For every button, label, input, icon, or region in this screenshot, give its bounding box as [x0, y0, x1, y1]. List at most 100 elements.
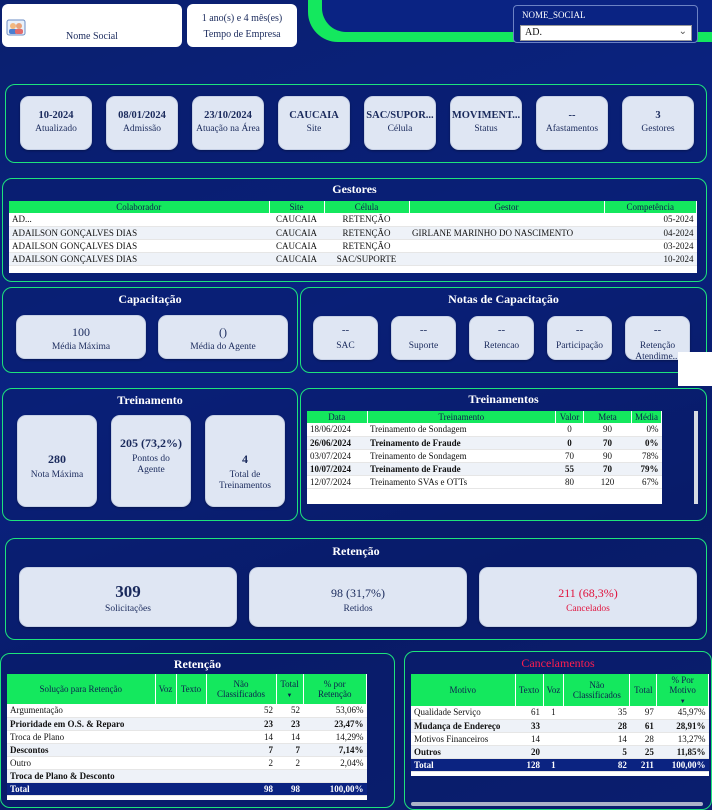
table-row[interactable]: 18/06/2024 Treinamento de Sondagem 0 90 0%	[307, 423, 662, 437]
table-cell: 61	[515, 706, 543, 720]
table-cell	[155, 769, 176, 783]
total-row: Total 128 1 82 211 100,00%	[411, 758, 709, 772]
nota-label: Participação	[556, 341, 603, 351]
table-cell: 1	[543, 706, 564, 720]
table-cell: Treinamento de Sondagem	[367, 423, 556, 437]
info-card-value: MOVIMENT...	[451, 110, 521, 121]
gestores-title: Gestores	[332, 182, 377, 196]
table-cell	[176, 730, 206, 744]
table-cell: RETENÇÃO	[324, 213, 409, 227]
treinamentos-scrollbar[interactable]	[694, 411, 698, 504]
col-voz-c[interactable]: Voz	[543, 674, 565, 706]
table-cell: 12/07/2024	[307, 475, 367, 489]
notas-panel: Notas de Capacitação -- SAC -- Suporte -- Ret…	[300, 287, 707, 373]
col-gestor[interactable]: Gestor	[409, 201, 605, 213]
treinamento-value: 205 (73,2%)	[120, 436, 182, 450]
total-cell: Total	[7, 782, 155, 796]
table-row[interactable]: 12/07/2024 Treinamento SVAs e OTTs 80 120 67…	[307, 475, 662, 489]
table-cell	[409, 252, 604, 266]
col-solucao[interactable]: Solução para Retenção	[7, 674, 156, 704]
filter-dropdown[interactable]: AD. ⌄	[520, 25, 692, 41]
table-row[interactable]: 03/07/2024 Treinamento de Sondagem 70 90 78%	[307, 449, 662, 463]
table-row[interactable]: Outro 2 2 2,04%	[7, 756, 367, 770]
col-site[interactable]: Site	[269, 201, 325, 213]
table-row[interactable]: Argumentação 52 52 53,06%	[7, 704, 367, 718]
table-cell: 28	[629, 732, 657, 746]
col-nao-classificados[interactable]: Não Classificados	[206, 674, 277, 704]
table-cell: SAC/SUPORTE	[324, 252, 409, 266]
table-cell: 55	[555, 462, 584, 476]
table-row[interactable]: Troca de Plano & Desconto	[7, 769, 367, 783]
table-cell: 0	[555, 423, 584, 437]
table-cell: 35	[563, 706, 630, 720]
table-row[interactable]: ADAILSON GONÇALVES DIAS CAUCAIA RETENÇÃO GI…	[9, 226, 697, 240]
table-cell: Descontos	[7, 743, 155, 757]
nota-value: --	[575, 324, 584, 336]
table-row[interactable]: Qualidade Serviço 61 1 35 97 45,97%	[411, 706, 709, 720]
treinamentos-panel: Treinamentos Data Treinamento Valor Meta…	[300, 388, 707, 521]
table-cell: CAUCAIA	[269, 252, 324, 266]
sort-desc-icon: ▼	[679, 699, 686, 705]
table-cell: 05-2024	[604, 213, 697, 227]
col-total[interactable]: Total ▼	[276, 674, 304, 704]
table-cell: ADAILSON GONÇALVES DIAS	[9, 239, 269, 253]
notas-title: Notas de Capacitação	[448, 292, 559, 306]
total-cell: 98	[206, 782, 276, 796]
col-media[interactable]: Média	[631, 411, 662, 423]
table-row[interactable]: Mudança de Endereço 33 28 61 28,91%	[411, 719, 709, 733]
table-row[interactable]: Outros 20 5 25 11,85%	[411, 745, 709, 759]
info-card-value: CAUCAIA	[289, 110, 339, 121]
table-cell: 26/06/2024	[307, 436, 367, 450]
col-voz[interactable]: Voz	[155, 674, 177, 704]
col-treinamento[interactable]: Treinamento	[367, 411, 556, 423]
table-row[interactable]: ADAILSON GONÇALVES DIAS CAUCAIA RETENÇÃO 03…	[9, 239, 697, 253]
total-cell: 211	[629, 758, 657, 772]
table-row[interactable]: 26/06/2024 Treinamento de Fraude 0 70 0%	[307, 436, 662, 450]
col-total-c[interactable]: Total	[629, 674, 658, 706]
table-cell: 90	[583, 449, 632, 463]
table-row[interactable]: ADAILSON GONÇALVES DIAS CAUCAIA SAC/SUPORT…	[9, 252, 697, 266]
info-card-label: Atualizado	[35, 124, 77, 134]
cancelamentos-scrollbar[interactable]	[411, 802, 703, 806]
table-cell: 61	[629, 719, 657, 733]
table-cell	[155, 730, 176, 744]
table-cell: Mudança de Endereço	[411, 719, 515, 733]
col-colaborador[interactable]: Colaborador	[9, 201, 270, 213]
col-pct-retencao[interactable]: % por Retenção	[303, 674, 367, 704]
table-cell: Outros	[411, 745, 515, 759]
col-texto[interactable]: Texto	[176, 674, 207, 704]
table-row[interactable]: Troca de Plano 14 14 14,29%	[7, 730, 367, 744]
col-valor[interactable]: Valor	[555, 411, 584, 423]
col-data[interactable]: Data	[307, 411, 368, 423]
table-row[interactable]: Prioridade em O.S. & Reparo 23 23 23,47%	[7, 717, 367, 731]
col-texto-c[interactable]: Texto	[515, 674, 544, 706]
table-cell: 70	[583, 436, 632, 450]
col-competencia[interactable]: Competência	[604, 201, 697, 213]
table-cell: 0%	[631, 423, 662, 437]
table-cell	[176, 769, 206, 783]
table-cell	[276, 769, 303, 783]
table-cell: 28	[563, 719, 630, 733]
table-row[interactable]: Motivos Financeiros 14 14 28 13,27%	[411, 732, 709, 746]
col-celula[interactable]: Célula	[324, 201, 410, 213]
col-meta[interactable]: Meta	[583, 411, 632, 423]
table-row[interactable]: 10/07/2024 Treinamento de Fraude 55 70 79%	[307, 462, 662, 476]
nota-card: -- SAC	[313, 316, 378, 360]
total-cell: 100,00%	[303, 782, 367, 796]
total-cell: 128	[515, 758, 543, 772]
col-motivo[interactable]: Motivo	[411, 674, 516, 706]
table-cell: 03-2024	[604, 239, 697, 253]
table-row[interactable]: AD... CAUCAIA RETENÇÃO 05-2024	[9, 213, 697, 227]
info-card-label: Afastamentos	[545, 124, 599, 134]
table-cell	[176, 704, 206, 718]
table-cell: 2,04%	[303, 756, 367, 770]
white-overlay	[678, 352, 712, 386]
table-cell: 45,97%	[656, 706, 709, 720]
col-nao-classificados-c[interactable]: Não Classificados	[563, 674, 631, 706]
table-row[interactable]: Descontos 7 7 7,14%	[7, 743, 367, 757]
col-pct-motivo[interactable]: % Por Motivo ▼	[656, 674, 709, 706]
cancelamentos-table: Motivo Texto Voz Não Classificados Total…	[411, 674, 709, 776]
nota-value: --	[419, 324, 428, 336]
nota-card: -- Suporte	[391, 316, 456, 360]
table-cell: Prioridade em O.S. & Reparo	[7, 717, 155, 731]
